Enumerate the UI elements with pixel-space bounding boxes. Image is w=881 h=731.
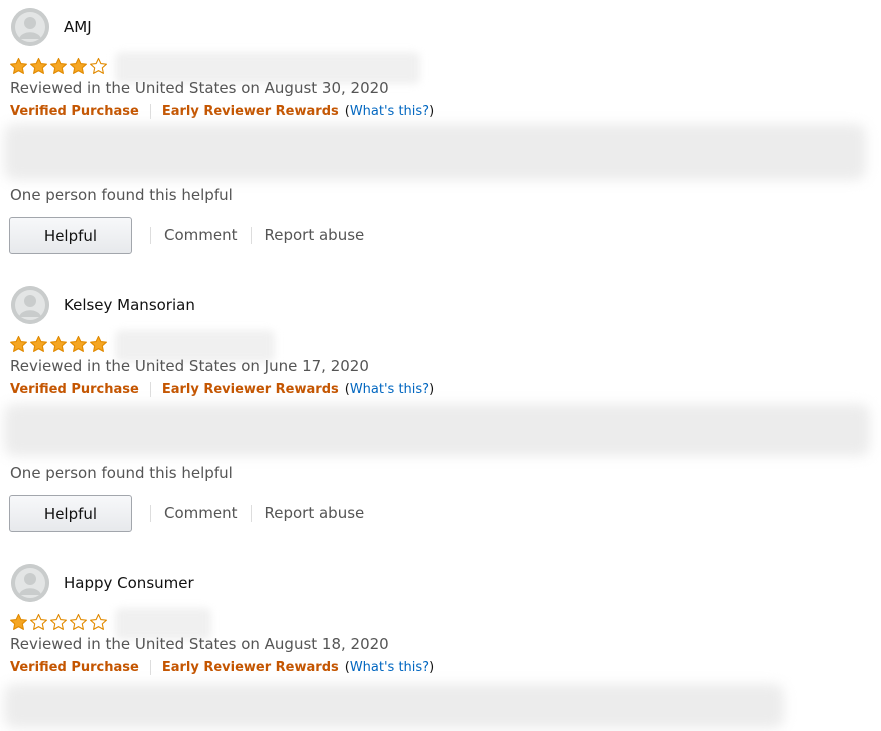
- whats-this-link[interactable]: What's this?: [350, 104, 429, 119]
- divider: [149, 104, 151, 119]
- star-empty-icon: [90, 613, 107, 630]
- report-abuse-link[interactable]: Report abuse: [265, 504, 365, 522]
- star-filled-icon: [70, 335, 87, 352]
- divider: [150, 504, 151, 522]
- early-reviewer-badge: Early Reviewer Rewards: [161, 104, 339, 119]
- verified-purchase-badge[interactable]: Verified Purchase: [10, 104, 139, 119]
- reviewer-name[interactable]: Happy Consumer: [64, 574, 194, 592]
- star-filled-icon: [30, 57, 47, 74]
- verified-purchase-badge[interactable]: Verified Purchase: [10, 660, 139, 675]
- divider: [149, 660, 151, 675]
- reviewer-name[interactable]: Kelsey Mansorian: [64, 296, 195, 314]
- divider: [250, 504, 252, 522]
- early-reviewer-badge: Early Reviewer Rewards: [161, 382, 339, 397]
- star-filled-icon: [10, 335, 27, 352]
- divider: [150, 226, 151, 244]
- star-rating[interactable]: [9, 335, 108, 353]
- whats-this-link[interactable]: What's this?: [350, 382, 429, 397]
- reviewer-name[interactable]: AMJ: [64, 18, 92, 36]
- star-rating[interactable]: [9, 613, 108, 631]
- star-empty-icon: [30, 613, 47, 630]
- star-rating[interactable]: [9, 57, 108, 75]
- star-filled-icon: [10, 613, 27, 630]
- star-empty-icon: [50, 613, 67, 630]
- review-body-blurred: [4, 684, 784, 728]
- badges-row: Verified Purchase Early Reviewer Rewards…: [10, 104, 434, 119]
- helpful-button[interactable]: Helpful: [9, 217, 132, 254]
- review-date: Reviewed in the United States on August …: [10, 79, 389, 97]
- review-body-blurred: [4, 124, 866, 180]
- star-filled-icon: [70, 57, 87, 74]
- review-actions: Comment Report abuse: [150, 504, 377, 522]
- avatar-icon[interactable]: [11, 564, 49, 602]
- review-date: Reviewed in the United States on August …: [10, 635, 389, 653]
- helpful-button[interactable]: Helpful: [9, 495, 132, 532]
- whats-this: (What's this?): [344, 660, 435, 675]
- badges-row: Verified Purchase Early Reviewer Rewards…: [10, 382, 434, 397]
- review-actions: Comment Report abuse: [150, 226, 377, 244]
- comment-link[interactable]: Comment: [164, 504, 238, 522]
- badges-row: Verified Purchase Early Reviewer Rewards…: [10, 660, 434, 675]
- star-filled-icon: [90, 335, 107, 352]
- star-filled-icon: [50, 335, 67, 352]
- helpful-count: One person found this helpful: [10, 464, 233, 482]
- report-abuse-link[interactable]: Report abuse: [265, 226, 365, 244]
- whats-this: (What's this?): [344, 104, 435, 119]
- star-filled-icon: [30, 335, 47, 352]
- helpful-count: One person found this helpful: [10, 186, 233, 204]
- divider: [250, 226, 252, 244]
- early-reviewer-badge: Early Reviewer Rewards: [161, 660, 339, 675]
- star-filled-icon: [50, 57, 67, 74]
- whats-this: (What's this?): [344, 382, 435, 397]
- whats-this-link[interactable]: What's this?: [350, 660, 429, 675]
- review-body-blurred: [4, 404, 870, 456]
- review-date: Reviewed in the United States on June 17…: [10, 357, 369, 375]
- star-empty-icon: [70, 613, 87, 630]
- divider: [149, 382, 151, 397]
- star-filled-icon: [10, 57, 27, 74]
- avatar-icon[interactable]: [11, 286, 49, 324]
- star-empty-icon: [90, 57, 107, 74]
- comment-link[interactable]: Comment: [164, 226, 238, 244]
- avatar-icon[interactable]: [11, 8, 49, 46]
- verified-purchase-badge[interactable]: Verified Purchase: [10, 382, 139, 397]
